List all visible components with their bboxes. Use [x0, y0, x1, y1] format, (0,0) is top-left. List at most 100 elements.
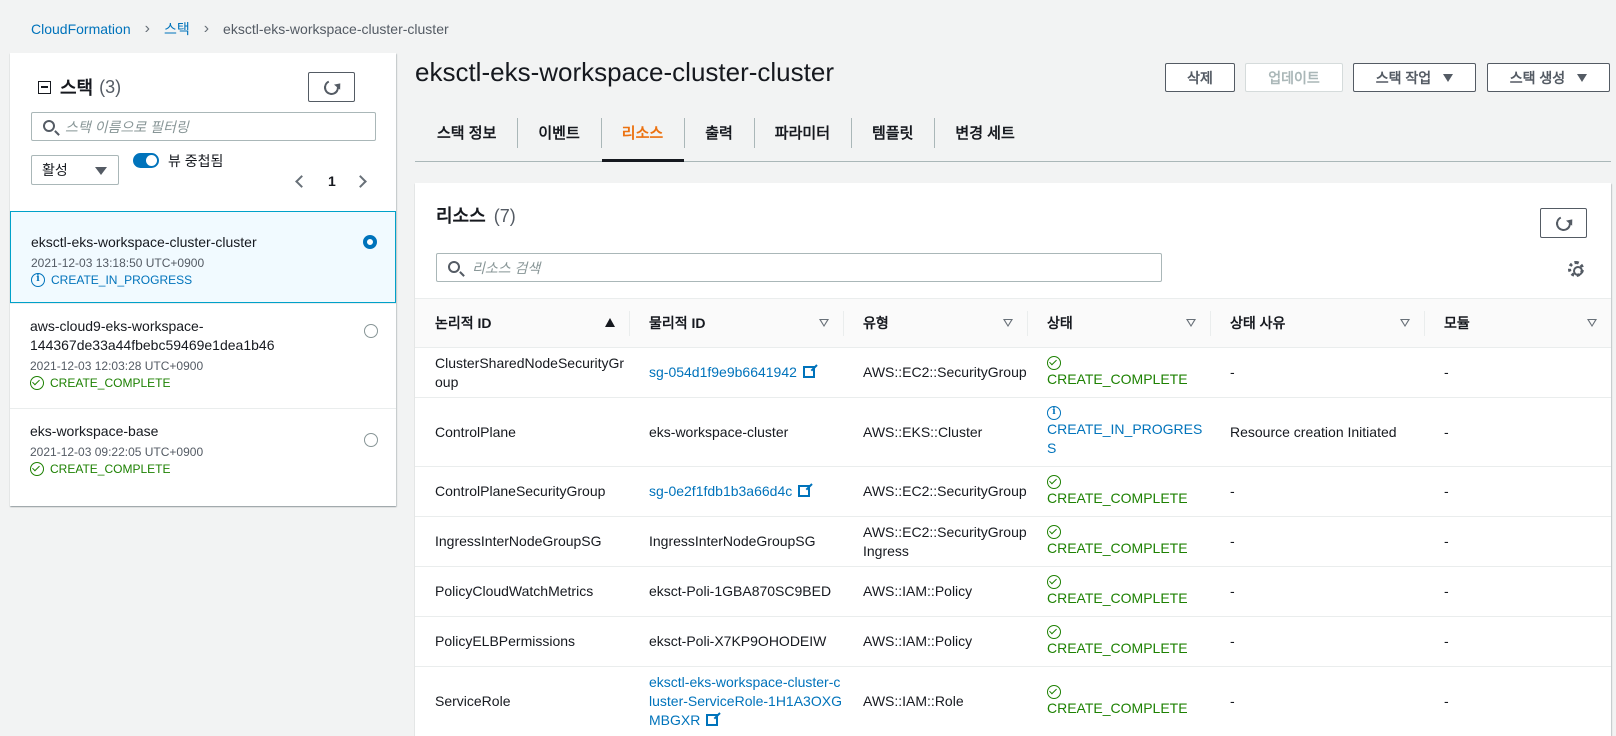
cell-logical-id: ServiceRole [415, 666, 629, 736]
stack-item[interactable]: aws-cloud9-eks-workspace-144367de33a44fb… [10, 303, 396, 408]
stacks-panel: 스택 (3) 스택 이름으로 필터링 활성 뷰 중첩됨 1 eksctl-eks… [10, 53, 396, 506]
column-label: 상태 사유 [1230, 315, 1286, 331]
stack-radio[interactable] [364, 324, 378, 338]
stack-name: eksctl-eks-workspace-cluster-cluster [31, 234, 257, 250]
physical-id-link[interactable]: sg-0e2f1fdb1b3a66d4c [649, 483, 792, 499]
external-link-icon[interactable] [798, 485, 811, 497]
caret-down-icon [1443, 73, 1454, 82]
status-filter-value: 활성 [42, 162, 68, 178]
page-number[interactable]: 1 [328, 173, 336, 189]
check-circle-icon [30, 376, 44, 390]
cell-status-reason: - [1210, 516, 1424, 567]
external-link-icon[interactable] [706, 714, 719, 726]
table-row: ServiceRole eksctl-eks-workspace-cluster… [415, 666, 1611, 736]
status-text: CREATE_COMPLETE [1047, 640, 1188, 656]
cell-type: AWS::EC2::SecurityGroup [843, 347, 1027, 398]
physical-id-link[interactable]: eksctl-eks-workspace-cluster-cluster-Ser… [649, 674, 842, 728]
resources-title: 리소스 (7) [436, 202, 516, 228]
cell-status-reason: Resource creation Initiated [1210, 397, 1424, 467]
tab-outputs[interactable]: 출력 [684, 116, 754, 161]
column-header-status-reason[interactable]: 상태 사유 [1210, 298, 1424, 348]
status-text: CREATE_COMPLETE [1047, 700, 1188, 716]
tab-change-sets[interactable]: 변경 세트 [934, 116, 1035, 161]
chevron-right-icon: › [144, 20, 150, 37]
cell-type: AWS::EC2::SecurityGroup [843, 466, 1027, 517]
breadcrumb: CloudFormation › 스택 › eksctl-eks-workspa… [31, 19, 449, 39]
cell-status: CREATE_COMPLETE [1027, 347, 1210, 398]
cell-physical-id: eksct-Poli-1GBA870SC9BED [629, 566, 843, 617]
stacks-refresh-button[interactable] [308, 72, 355, 102]
table-row: PolicyELBPermissions eksct-Poli-X7KP9OHO… [415, 616, 1611, 667]
stacks-panel-title: 스택 [60, 78, 94, 98]
cell-physical-id: IngressInterNodeGroupSG [629, 516, 843, 567]
resource-search-placeholder: 리소스 검색 [472, 259, 541, 276]
create-stack-button[interactable]: 스택 생성 [1487, 63, 1610, 92]
check-circle-icon [1047, 356, 1061, 370]
breadcrumb-stacks[interactable]: 스택 [164, 19, 190, 39]
stack-time: 2021-12-03 12:03:28 UTC+0900 [30, 359, 204, 373]
column-header-type[interactable]: 유형 [843, 298, 1027, 348]
column-header-physical-id[interactable]: 물리적 ID [629, 298, 843, 348]
column-header-module[interactable]: 모듈 [1424, 298, 1611, 348]
resources-refresh-button[interactable] [1540, 208, 1587, 238]
table-row: ControlPlane eks-workspace-cluster AWS::… [415, 397, 1611, 467]
stack-filter-input[interactable]: 스택 이름으로 필터링 [31, 112, 376, 141]
column-label: 유형 [863, 315, 889, 331]
delete-button[interactable]: 삭제 [1165, 63, 1235, 92]
stack-actions-label: 스택 작업 [1375, 69, 1432, 86]
resource-search-input[interactable]: 리소스 검색 [436, 253, 1162, 282]
cell-module: - [1424, 347, 1611, 398]
column-divider [1424, 311, 1425, 336]
stack-status-text: CREATE_COMPLETE [50, 376, 171, 390]
tab-events[interactable]: 이벤트 [517, 116, 600, 161]
resources-table: 논리적 ID 물리적 ID 유형 상태 상태 사유 모듈 ClusterShar… [415, 298, 1611, 736]
cell-logical-id: ClusterSharedNodeSecurityGroup [415, 347, 629, 398]
tab-template[interactable]: 템플릿 [851, 116, 934, 161]
column-header-logical-id[interactable]: 논리적 ID [415, 298, 629, 348]
cell-module: - [1424, 616, 1611, 667]
cell-logical-id: IngressInterNodeGroupSG [415, 516, 629, 567]
stack-item[interactable]: eksctl-eks-workspace-cluster-cluster 202… [10, 211, 396, 303]
cell-module: - [1424, 516, 1611, 567]
resources-count: (7) [493, 206, 516, 226]
cell-status: CREATE_COMPLETE [1027, 616, 1210, 667]
stack-time: 2021-12-03 09:22:05 UTC+0900 [30, 445, 204, 459]
stack-status-text: CREATE_COMPLETE [50, 462, 171, 476]
cell-physical-id: eks-workspace-cluster [629, 397, 843, 467]
page-title: eksctl-eks-workspace-cluster-cluster [415, 57, 834, 87]
cell-physical-id: eksct-Poli-X7KP9OHODEIW [629, 616, 843, 667]
column-label: 상태 [1047, 315, 1073, 331]
column-header-status[interactable]: 상태 [1027, 298, 1210, 348]
update-button[interactable]: 업데이트 [1245, 63, 1343, 92]
column-label: 물리적 ID [649, 315, 706, 331]
stacks-count: (3) [99, 76, 122, 97]
status-filter-select[interactable]: 활성 [31, 155, 119, 185]
cell-physical-id: sg-054d1f9e9b6641942 [629, 347, 843, 398]
search-icon [43, 120, 55, 132]
external-link-icon[interactable] [802, 366, 815, 378]
stack-radio[interactable] [363, 235, 377, 249]
stacks-panel-header: 스택 (3) [38, 74, 121, 100]
chevron-right-icon[interactable] [353, 174, 367, 188]
tab-parameters[interactable]: 파라미터 [753, 116, 851, 161]
cell-status: CREATE_COMPLETE [1027, 516, 1210, 567]
column-label: 모듈 [1444, 315, 1470, 331]
tab-bar: 스택 정보 이벤트 리소스 출력 파라미터 템플릿 변경 세트 [415, 116, 1611, 162]
sort-icon [819, 319, 829, 327]
breadcrumb-cloudformation[interactable]: CloudFormation [31, 21, 131, 37]
nested-view-toggle[interactable] [133, 153, 159, 168]
stack-actions-button[interactable]: 스택 작업 [1353, 63, 1476, 92]
stack-filter-placeholder: 스택 이름으로 필터링 [65, 118, 189, 135]
stack-item[interactable]: eks-workspace-base 2021-12-03 09:22:05 U… [10, 408, 396, 494]
resources-panel: 리소스 (7) 리소스 검색 논리적 ID 물리적 ID 유형 상태 상태 사유… [415, 183, 1611, 736]
stack-name: aws-cloud9-eks-workspace-144367de33a44fb… [30, 318, 275, 353]
pagination: 1 [295, 173, 367, 189]
tab-resources[interactable]: 리소스 [600, 116, 685, 162]
refresh-icon [321, 77, 342, 97]
collapse-icon[interactable] [38, 80, 51, 94]
stack-radio[interactable] [364, 433, 378, 447]
chevron-left-icon[interactable] [295, 174, 308, 188]
gear-icon[interactable] [1568, 261, 1584, 277]
tab-stack-info[interactable]: 스택 정보 [415, 116, 517, 161]
physical-id-link[interactable]: sg-054d1f9e9b6641942 [649, 364, 797, 380]
